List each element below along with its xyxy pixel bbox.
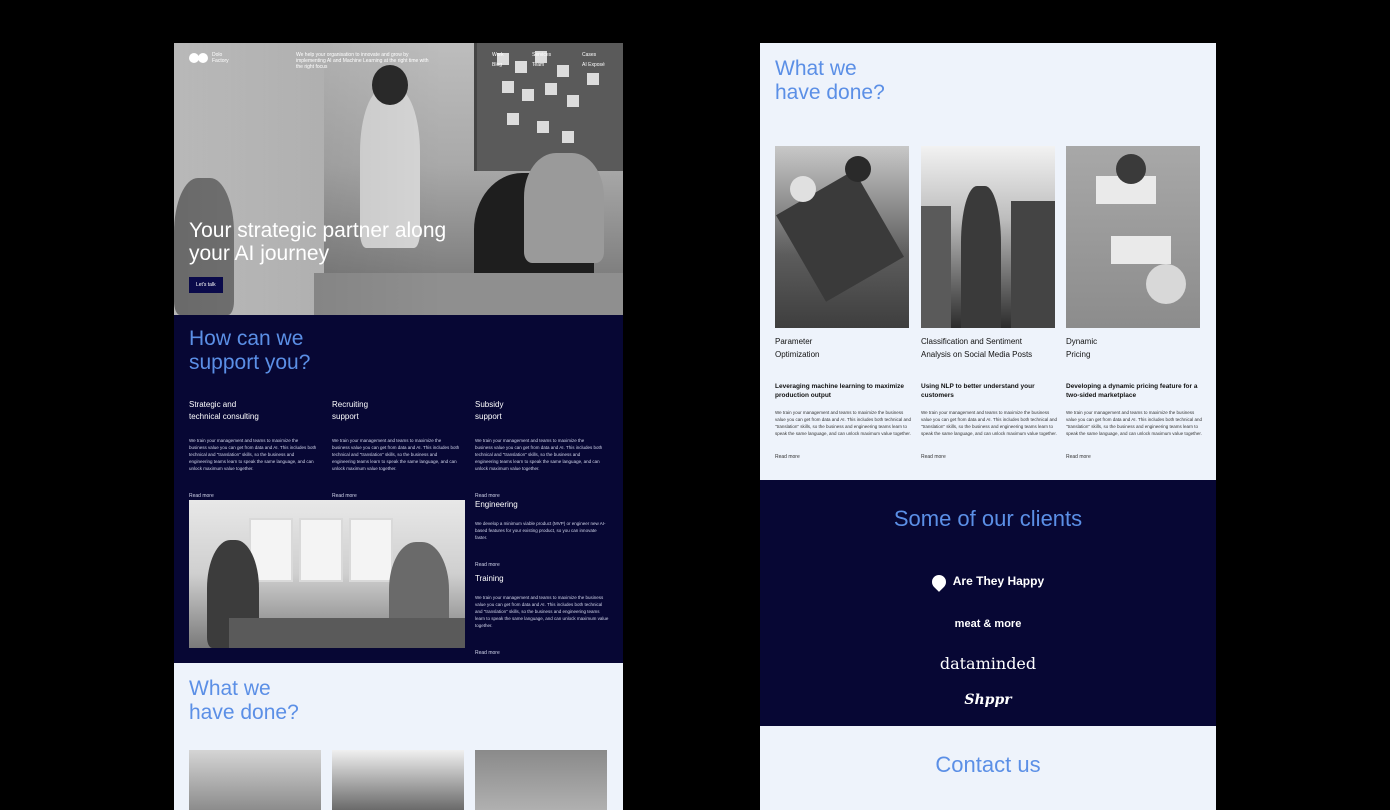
- nav-item-services[interactable]: Services: [532, 52, 582, 58]
- case-title-pricing: Dynamic Pricing: [1066, 337, 1098, 359]
- case-subtitle: Developing a dynamic pricing feature for…: [1066, 383, 1198, 399]
- contact-section: Contact us: [760, 726, 1216, 810]
- read-more-link[interactable]: Read more: [332, 493, 357, 499]
- service-engineering: Engineering We develop a minimum viable …: [475, 500, 606, 568]
- read-more-link[interactable]: Read more: [1066, 454, 1091, 460]
- lets-talk-button[interactable]: Let's talk: [189, 277, 223, 293]
- nav-item-work[interactable]: Work: [492, 52, 532, 58]
- read-more-link[interactable]: Read more: [475, 562, 500, 568]
- service-strategic-consulting: Strategic and technical consulting We tra…: [189, 400, 317, 499]
- case-subtitle: Using NLP to better understand your cust…: [921, 383, 1035, 399]
- client-logo-shppr: Shppr: [964, 692, 1012, 708]
- read-more-link[interactable]: Read more: [775, 454, 800, 460]
- case-subtitle: Leveraging machine learning to maximize …: [775, 383, 904, 399]
- read-more-link[interactable]: Read more: [475, 650, 500, 656]
- logo-mark-icon: [189, 53, 208, 63]
- hero-section: Dolo Factory We help your organisation t…: [174, 43, 623, 315]
- contact-title: Contact us: [935, 752, 1041, 777]
- case-thumbnail[interactable]: [475, 750, 607, 810]
- nav-item-team[interactable]: Team: [532, 62, 582, 68]
- left-page-mockup: Dolo Factory We help your organisation t…: [174, 43, 623, 810]
- nav-item-blog[interactable]: Blog: [492, 62, 532, 68]
- done-title: What we have done?: [189, 677, 299, 724]
- case-title-parameter: Parameter Optimization: [775, 337, 820, 359]
- nav-item-ai-expose[interactable]: AI Exposé: [582, 62, 622, 68]
- client-logo-are-they-happy: Are They Happy: [760, 571, 1216, 592]
- case-image-pricing[interactable]: [1066, 146, 1200, 328]
- case-title-classification: Classification and Sentiment Analysis on …: [921, 337, 1033, 359]
- heart-pin-icon: [928, 571, 949, 592]
- case-image-classification[interactable]: [921, 146, 1055, 328]
- hero-blurb: We help your organisation to innovate an…: [296, 52, 429, 70]
- case-description: We train your management and teams to ma…: [775, 410, 912, 436]
- read-more-link[interactable]: Read more: [189, 493, 214, 499]
- hero-title: Your strategic partner along your AI jou…: [189, 219, 447, 265]
- case-image-parameter[interactable]: [775, 146, 909, 328]
- top-navigation: Work Services Cases Blog Team AI Exposé: [492, 52, 622, 68]
- right-page-mockup: What we have done? Parameter Optimization …: [760, 43, 1216, 810]
- clients-section: Some of our clients Are They Happy meat …: [760, 480, 1216, 726]
- case-description: We train your management and teams to ma…: [1066, 410, 1203, 436]
- client-logo-meat-more: meat & more: [954, 618, 1022, 630]
- brand-logo[interactable]: Dolo Factory: [189, 52, 229, 64]
- what-we-have-done-section: What we have done?: [174, 663, 623, 810]
- service-recruiting-support: Recruiting support We train your manageme…: [332, 400, 460, 499]
- clients-title: Some of our clients: [893, 506, 1083, 531]
- read-more-link[interactable]: Read more: [921, 454, 946, 460]
- case-thumbnail[interactable]: [189, 750, 321, 810]
- service-subsidy-support: Subsidy support We train your management …: [475, 400, 603, 499]
- service-training: Training We train your management and te…: [475, 574, 609, 656]
- case-thumbnail[interactable]: [332, 750, 464, 810]
- support-title: How can we support you?: [189, 327, 311, 374]
- team-meeting-photo: [189, 500, 465, 648]
- nav-item-cases[interactable]: Cases: [582, 52, 622, 58]
- case-description: We train your management and teams to ma…: [921, 410, 1058, 436]
- client-logo-dataminded: dataminded: [939, 654, 1037, 673]
- done-title: What we have done?: [775, 57, 885, 104]
